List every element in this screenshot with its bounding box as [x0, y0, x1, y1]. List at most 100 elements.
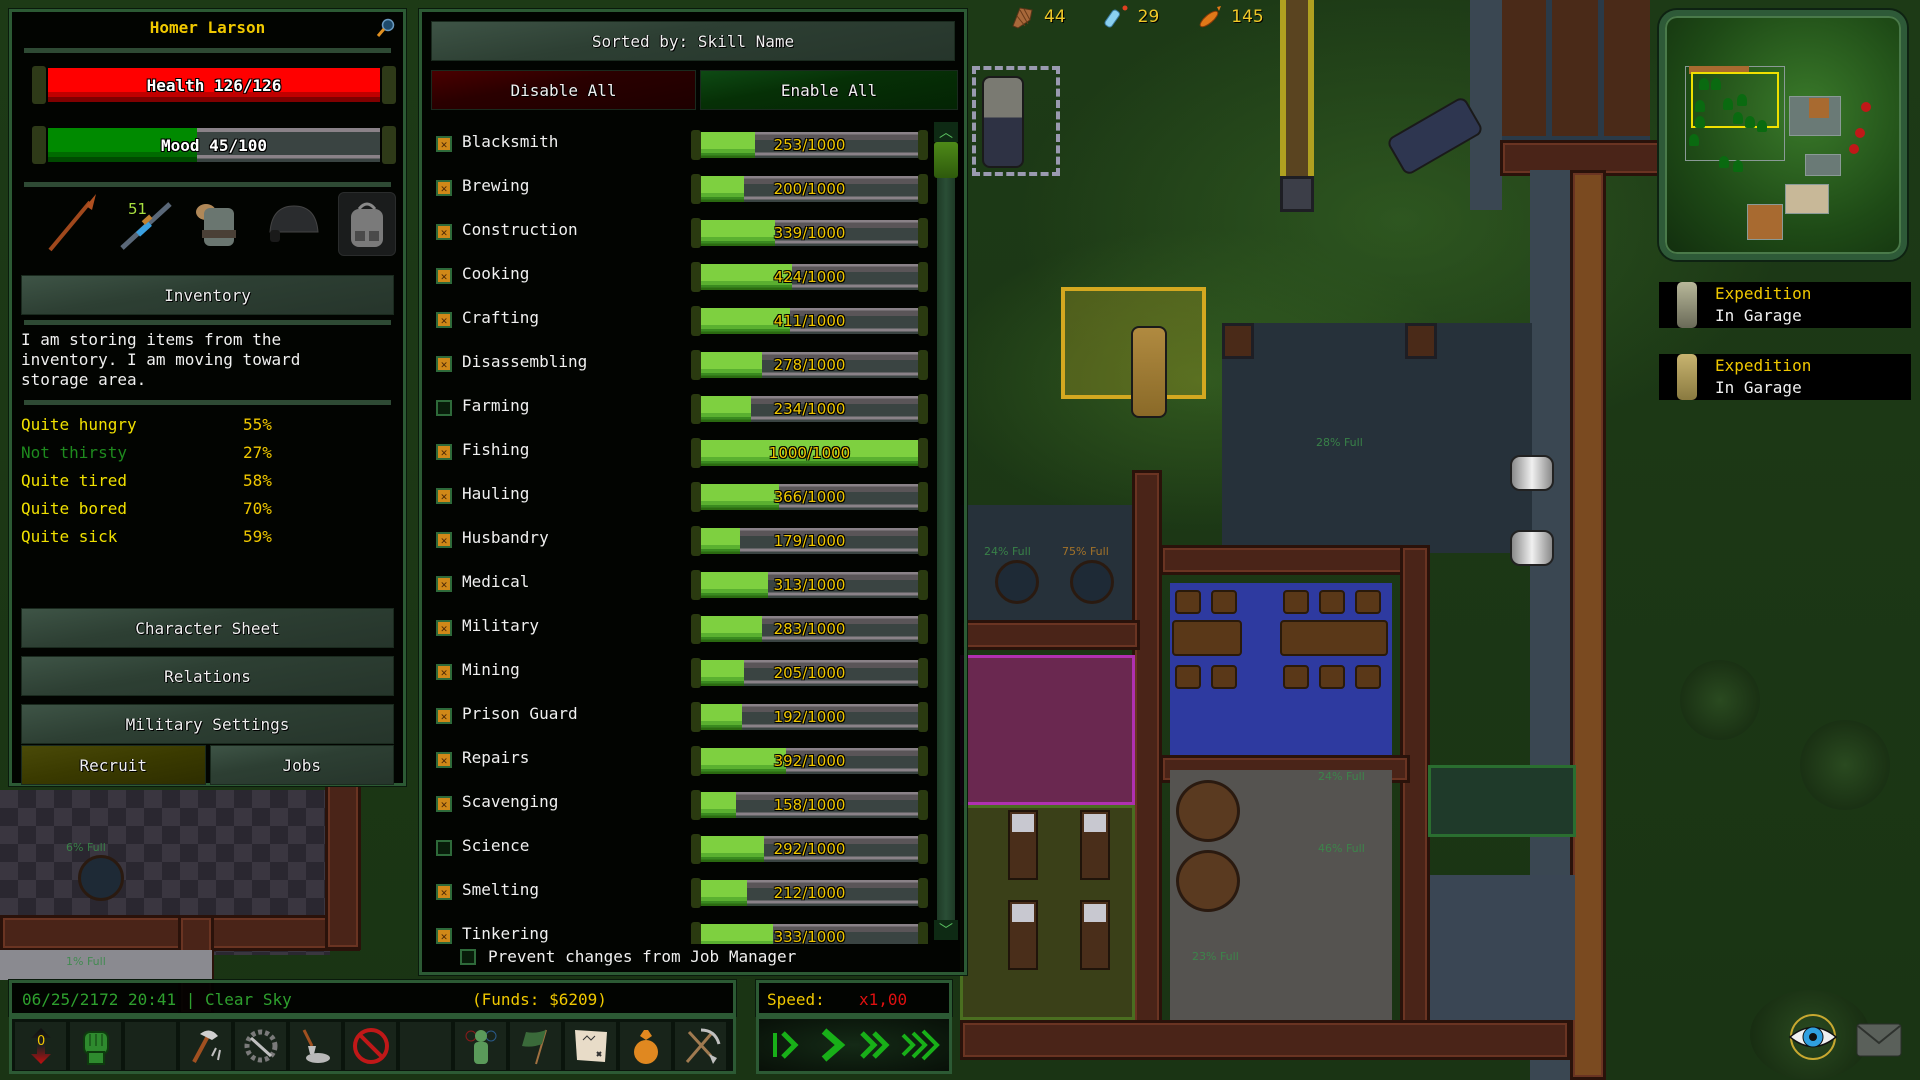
- need-row: Quite hungry 55%: [21, 410, 394, 438]
- scroll-up-icon[interactable]: ︿: [934, 122, 958, 142]
- skill-enabled-checkbox[interactable]: [436, 928, 452, 944]
- fastest-forward-icon[interactable]: [901, 1025, 941, 1065]
- sedan-car[interactable]: [1131, 326, 1167, 418]
- need-value: 27%: [243, 442, 272, 462]
- toolbar-build[interactable]: [179, 1021, 232, 1071]
- step-icon[interactable]: [767, 1025, 807, 1065]
- skill-enabled-checkbox[interactable]: [436, 796, 452, 812]
- divider: [24, 400, 391, 405]
- expedition-card[interactable]: Expedition In Garage: [1659, 282, 1911, 328]
- equipment-row: 51: [42, 192, 396, 256]
- need-label: Quite hungry: [21, 414, 137, 434]
- expedition-title: Expedition: [1715, 284, 1812, 303]
- relations-button[interactable]: Relations: [21, 656, 394, 696]
- skill-value: 392/1000: [773, 752, 846, 770]
- toolbar-expeditions[interactable]: [564, 1021, 617, 1071]
- toolbar-military[interactable]: [509, 1021, 562, 1071]
- skill-enabled-checkbox[interactable]: [436, 400, 452, 416]
- equipment-slot-helmet[interactable]: [264, 192, 322, 256]
- skill-row: Farming 234/1000: [422, 386, 932, 430]
- need-row: Quite tired 58%: [21, 466, 394, 494]
- scroll-down-icon[interactable]: ﹀: [934, 920, 958, 940]
- toolbar-empty-slot[interactable]: [124, 1021, 177, 1071]
- pickup-truck[interactable]: [982, 76, 1024, 168]
- skill-enabled-checkbox[interactable]: [436, 752, 452, 768]
- prevent-job-manager-checkbox[interactable]: [460, 948, 476, 965]
- disable-all-button[interactable]: Disable All: [431, 70, 696, 110]
- speed-display: Speed: x1,00: [756, 980, 952, 1016]
- skill-progress-bar: 411/1000: [691, 306, 928, 336]
- speed-controls: [756, 1016, 952, 1074]
- skill-enabled-checkbox[interactable]: [436, 136, 452, 152]
- inventory-button[interactable]: Inventory: [21, 275, 394, 315]
- car-icon: [1677, 354, 1697, 400]
- equipment-slot-backpack[interactable]: [338, 192, 396, 256]
- expedition-status: In Garage: [1715, 378, 1802, 397]
- skill-enabled-checkbox[interactable]: [436, 488, 452, 504]
- recruit-button[interactable]: Recruit: [21, 745, 206, 785]
- skill-enabled-checkbox[interactable]: [436, 312, 452, 328]
- eye-icon[interactable]: [1788, 1012, 1838, 1062]
- skill-enabled-checkbox[interactable]: [436, 884, 452, 900]
- skill-enabled-checkbox[interactable]: [436, 180, 452, 196]
- toolbar-people[interactable]: [454, 1021, 507, 1071]
- scrollbar-thumb[interactable]: [934, 142, 958, 178]
- magnifier-icon[interactable]: [375, 18, 395, 40]
- storage-room: [0, 950, 212, 980]
- toolbar-resources[interactable]: [619, 1021, 672, 1071]
- toolbar-priority-level[interactable]: 0: [14, 1021, 67, 1071]
- jobs-button[interactable]: Jobs: [209, 745, 394, 785]
- skill-enabled-checkbox[interactable]: [436, 532, 452, 548]
- skill-enabled-checkbox[interactable]: [436, 708, 452, 724]
- gear-wrench-icon: [244, 1029, 277, 1063]
- skill-progress-bar: 392/1000: [691, 746, 928, 776]
- skill-list-scrollbar[interactable]: ︿ ﹀: [934, 122, 958, 940]
- fist-icon: [82, 1031, 109, 1065]
- minimap[interactable]: [1659, 10, 1907, 260]
- prevent-job-manager-row[interactable]: Prevent changes from Job Manager: [460, 947, 796, 966]
- play-icon[interactable]: [812, 1025, 852, 1065]
- flag-icon: [521, 1029, 547, 1065]
- resource-wood: 44: [1010, 4, 1066, 30]
- character-sheet-button[interactable]: Character Sheet: [21, 608, 394, 648]
- bedroom: [1428, 765, 1576, 837]
- toolbar-empty-slot[interactable]: [399, 1021, 452, 1071]
- toolbar-dig[interactable]: [289, 1021, 342, 1071]
- pickaxe-shovel-icon: [685, 1028, 720, 1064]
- fast-forward-icon[interactable]: [856, 1025, 896, 1065]
- storage-bin[interactable]: [995, 560, 1039, 604]
- minimap-building: [1747, 204, 1783, 240]
- sort-button[interactable]: Sorted by: Skill Name: [431, 21, 955, 61]
- mail-icon[interactable]: [1856, 1023, 1902, 1057]
- minimap-building: [1785, 184, 1829, 214]
- skill-name: Brewing: [462, 176, 530, 195]
- skill-enabled-checkbox[interactable]: [436, 664, 452, 680]
- military-settings-button[interactable]: Military Settings: [21, 704, 394, 744]
- skill-name: Cooking: [462, 264, 530, 283]
- skill-row: Medical 313/1000: [422, 562, 932, 606]
- toolbar-combat[interactable]: [69, 1021, 122, 1071]
- enable-all-button[interactable]: Enable All: [700, 70, 958, 110]
- scrollbar-track[interactable]: [937, 122, 955, 940]
- resource-food: 145: [1197, 4, 1264, 30]
- skill-enabled-checkbox[interactable]: [436, 620, 452, 636]
- toolbar-cancel[interactable]: [344, 1021, 397, 1071]
- skill-enabled-checkbox[interactable]: [436, 224, 452, 240]
- skill-enabled-checkbox[interactable]: [436, 840, 452, 856]
- minimap-colonist: [1757, 120, 1767, 132]
- storage-bin[interactable]: [1070, 560, 1114, 604]
- skill-enabled-checkbox[interactable]: [436, 576, 452, 592]
- storage-bin[interactable]: [78, 855, 124, 901]
- skill-enabled-checkbox[interactable]: [436, 268, 452, 284]
- expedition-card[interactable]: Expedition In Garage: [1659, 354, 1911, 400]
- equipment-slot-weapon-ranged[interactable]: 51: [116, 192, 174, 256]
- resource-counters: 44 29 145: [1010, 4, 1264, 30]
- skill-enabled-checkbox[interactable]: [436, 356, 452, 372]
- equipment-slot-weapon-melee[interactable]: [42, 192, 100, 256]
- toolbar-craft[interactable]: [234, 1021, 287, 1071]
- toolbar-jobs[interactable]: [674, 1021, 727, 1071]
- resource-value: 44: [1044, 7, 1066, 27]
- equipment-slot-armor[interactable]: [190, 192, 248, 256]
- skill-name: Farming: [462, 396, 530, 415]
- skill-enabled-checkbox[interactable]: [436, 444, 452, 460]
